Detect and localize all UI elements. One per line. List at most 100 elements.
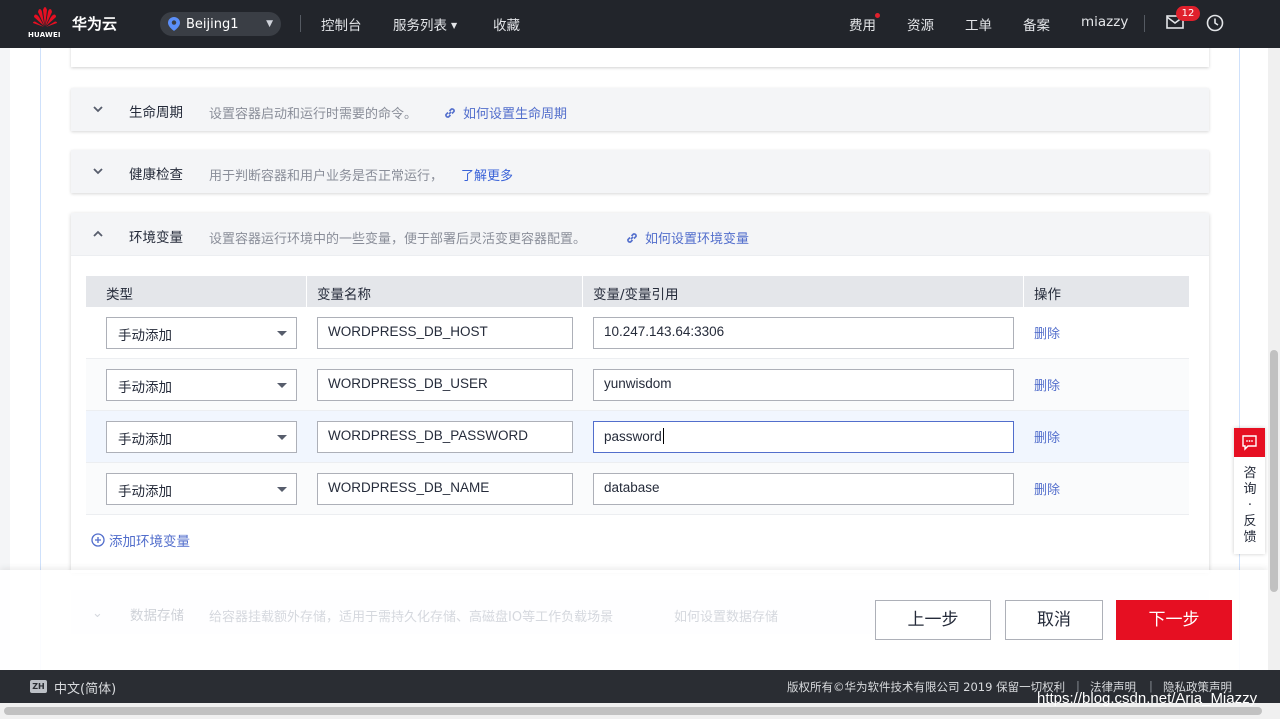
scrollbar-thumb[interactable] bbox=[4, 707, 1262, 715]
type-select-value: 手动添加 bbox=[118, 432, 172, 448]
type-select[interactable]: 手动添加 bbox=[106, 473, 297, 505]
delete-link[interactable]: 删除 bbox=[1034, 375, 1060, 394]
health-check-learn-more-link[interactable]: 了解更多 bbox=[461, 165, 513, 184]
nav-tickets[interactable]: 工单 bbox=[965, 14, 992, 34]
caret-down-icon bbox=[277, 383, 287, 388]
nav-billing[interactable]: 费用 bbox=[849, 13, 880, 34]
type-select[interactable]: 手动添加 bbox=[106, 369, 297, 401]
nav-service-list-label: 服务列表 bbox=[393, 18, 447, 34]
type-select-value: 手动添加 bbox=[118, 328, 172, 344]
section-desc: 用于判断容器和用户业务是否正常运行， bbox=[209, 169, 444, 184]
clock-icon[interactable] bbox=[1206, 14, 1224, 32]
type-select-value: 手动添加 bbox=[118, 484, 172, 500]
plus-circle-icon bbox=[91, 533, 105, 547]
table-row: 手动添加 WORDPRESS_DB_PASSWORD password 删除 bbox=[86, 411, 1189, 463]
caret-down-icon bbox=[277, 487, 287, 492]
huawei-logo-icon bbox=[33, 7, 57, 27]
vertical-scrollbar[interactable] bbox=[1268, 48, 1280, 670]
section-title: 生命周期 bbox=[129, 105, 183, 121]
lifecycle-help-label: 如何设置生命周期 bbox=[463, 107, 568, 122]
lifecycle-help-link[interactable]: 如何设置生命周期 bbox=[443, 103, 567, 122]
next-step-button[interactable]: 下一步 bbox=[1116, 600, 1232, 640]
huawei-logo[interactable]: HUAWEI bbox=[28, 6, 62, 42]
column-divider bbox=[582, 276, 583, 307]
type-select-value: 手动添加 bbox=[118, 380, 172, 396]
text-cursor bbox=[662, 428, 664, 444]
region-selector[interactable]: Beijing1 ▼ bbox=[160, 12, 281, 36]
brand-name[interactable]: 华为云 bbox=[72, 13, 117, 34]
nav-username[interactable]: miazzy bbox=[1081, 14, 1128, 30]
variable-value-input[interactable]: yunwisdom bbox=[593, 369, 1014, 401]
nav-favorites[interactable]: 收藏 bbox=[493, 14, 520, 34]
chevron-down-icon: ▼ bbox=[266, 19, 273, 29]
nav-service-list[interactable]: 服务列表 ▼ bbox=[393, 14, 457, 34]
watermark: https://blog.csdn.net/Aria_Miazzy bbox=[1037, 690, 1258, 707]
variable-name-input[interactable]: WORDPRESS_DB_HOST bbox=[317, 317, 573, 349]
delete-link[interactable]: 删除 bbox=[1034, 323, 1060, 342]
column-header-action: 操作 bbox=[1034, 287, 1061, 303]
feedback-widget[interactable]: 咨询·反馈 bbox=[1234, 428, 1265, 554]
variable-value-input[interactable]: 10.247.143.64:3306 bbox=[593, 317, 1014, 349]
data-storage-title: 数据存储 bbox=[130, 608, 184, 624]
caret-down-icon bbox=[277, 331, 287, 336]
variable-name-input[interactable]: WORDPRESS_DB_PASSWORD bbox=[317, 421, 573, 453]
column-header-name: 变量名称 bbox=[317, 287, 371, 303]
chevron-down-icon[interactable] bbox=[91, 102, 105, 116]
table-header: 类型 变量名称 变量/变量引用 操作 bbox=[86, 276, 1189, 307]
column-divider bbox=[1023, 276, 1024, 307]
add-env-variable-button[interactable]: 添加环境变量 bbox=[91, 530, 190, 550]
nav-resources[interactable]: 资源 bbox=[907, 14, 934, 34]
variable-name-input[interactable]: WORDPRESS_DB_USER bbox=[317, 369, 573, 401]
delete-link[interactable]: 删除 bbox=[1034, 479, 1060, 498]
feedback-label: 咨询·反馈 bbox=[1243, 466, 1257, 545]
logo-wordmark: HUAWEI bbox=[28, 31, 61, 39]
top-nav-bar: HUAWEI 华为云 Beijing1 ▼ 控制台 服务列表 ▼ 收藏 费用 资源… bbox=[0, 0, 1280, 48]
section-header[interactable]: 环境变量 设置容器运行环境中的一些变量，便于部署后灵活变更容器配置。 如何设置环… bbox=[71, 213, 1209, 256]
variable-value-input-focused[interactable]: password bbox=[593, 421, 1014, 453]
type-select[interactable]: 手动添加 bbox=[106, 317, 297, 349]
link-icon bbox=[627, 233, 637, 243]
section-desc: 设置容器启动和运行时需要的命令。 bbox=[209, 107, 418, 122]
chat-icon[interactable] bbox=[1234, 428, 1265, 457]
section-health-check: 健康检查 用于判断容器和用户业务是否正常运行， 了解更多 bbox=[71, 150, 1209, 193]
variable-name-input[interactable]: WORDPRESS_DB_NAME bbox=[317, 473, 573, 505]
variable-value-text: password bbox=[604, 429, 662, 444]
region-label: Beijing1 bbox=[186, 16, 239, 32]
table-row: 手动添加 WORDPRESS_DB_NAME database 删除 bbox=[86, 463, 1189, 515]
location-pin-icon bbox=[168, 17, 180, 31]
env-help-label: 如何设置环境变量 bbox=[645, 232, 750, 247]
section-env-variables: 环境变量 设置容器运行环境中的一些变量，便于部署后灵活变更容器配置。 如何设置环… bbox=[71, 213, 1209, 573]
section-header[interactable]: 生命周期 设置容器启动和运行时需要的命令。 如何设置生命周期 bbox=[71, 88, 1209, 131]
section-lifecycle: 生命周期 设置容器启动和运行时需要的命令。 如何设置生命周期 bbox=[71, 88, 1209, 131]
link-icon bbox=[445, 108, 455, 118]
chevron-down-icon: ▼ bbox=[451, 21, 458, 30]
prev-step-button[interactable]: 上一步 bbox=[875, 600, 991, 640]
column-divider bbox=[306, 276, 307, 307]
language-icon: ZH bbox=[30, 680, 47, 693]
data-storage-desc: 给容器挂载额外存储，适用于需持久化存储、高磁盘IO等工作负载场景 bbox=[209, 610, 614, 625]
section-title: 健康检查 bbox=[129, 167, 183, 183]
chevron-up-icon[interactable] bbox=[91, 227, 105, 241]
nav-billing-label: 费用 bbox=[849, 18, 876, 34]
divider bbox=[1144, 15, 1145, 32]
add-env-variable-label: 添加环境变量 bbox=[109, 534, 190, 550]
scrollbar-thumb[interactable] bbox=[1270, 350, 1278, 592]
env-variables-table: 类型 变量名称 变量/变量引用 操作 手动添加 WORDPRESS_DB_HOS… bbox=[86, 276, 1189, 515]
column-header-type: 类型 bbox=[106, 287, 133, 303]
section-title: 环境变量 bbox=[129, 230, 183, 246]
type-select[interactable]: 手动添加 bbox=[106, 421, 297, 453]
variable-value-input[interactable]: database bbox=[593, 473, 1014, 505]
caret-down-icon bbox=[277, 435, 287, 440]
chevron-down-icon: ⌄ bbox=[92, 606, 103, 621]
nav-console[interactable]: 控制台 bbox=[321, 14, 362, 34]
nav-filing[interactable]: 备案 bbox=[1023, 14, 1050, 34]
cancel-button[interactable]: 取消 bbox=[1005, 600, 1103, 640]
section-header[interactable]: 健康检查 用于判断容器和用户业务是否正常运行， 了解更多 bbox=[71, 150, 1209, 193]
delete-link[interactable]: 删除 bbox=[1034, 427, 1060, 446]
env-help-link[interactable]: 如何设置环境变量 bbox=[625, 228, 749, 247]
chat-bubble-icon bbox=[1242, 435, 1257, 451]
language-selector[interactable]: 中文(简体) bbox=[54, 678, 116, 697]
copyright-text: 版权所有©华为软件技术有限公司 2019 保留一切权利 bbox=[787, 680, 1066, 694]
chevron-down-icon[interactable] bbox=[91, 164, 105, 178]
table-row: 手动添加 WORDPRESS_DB_HOST 10.247.143.64:330… bbox=[86, 307, 1189, 359]
